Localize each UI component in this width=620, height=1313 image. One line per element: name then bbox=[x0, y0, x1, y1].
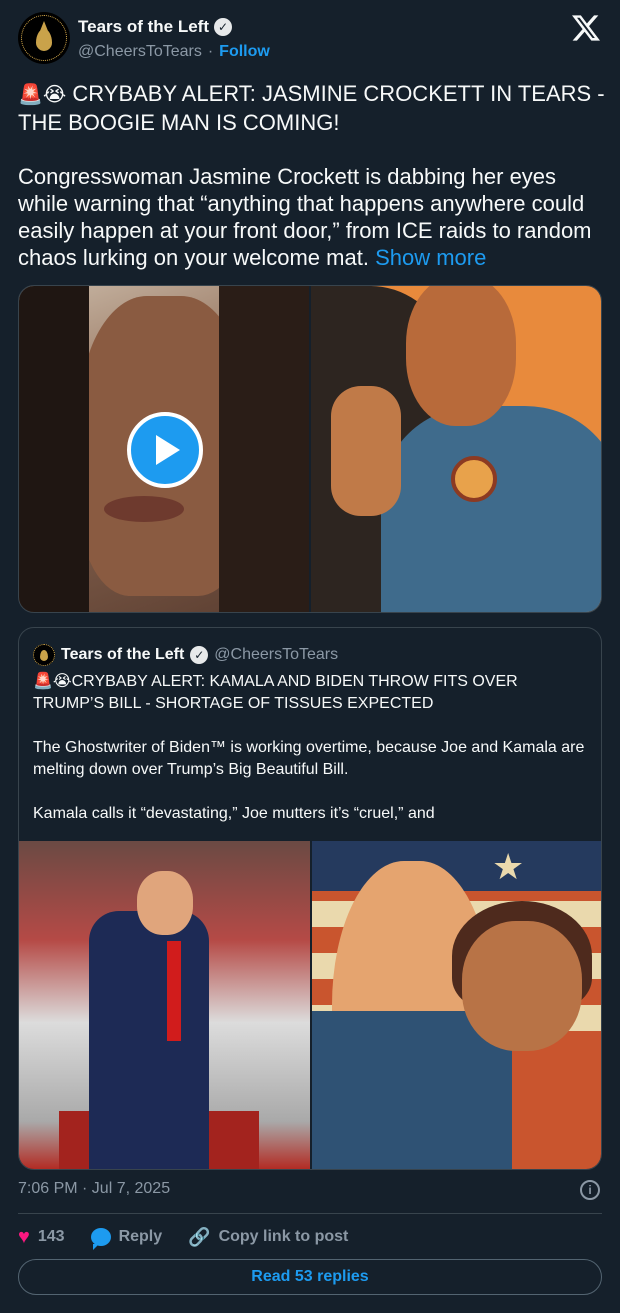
reply-bubble-icon bbox=[90, 1228, 111, 1250]
teardrop-logo-icon bbox=[36, 21, 52, 51]
quoted-paragraph-2: Kamala calls it “devastating,” Joe mutte… bbox=[33, 805, 435, 822]
quoted-avatar bbox=[33, 644, 55, 666]
head-shape bbox=[137, 871, 193, 935]
rally-photo[interactable] bbox=[19, 841, 310, 1169]
star-icon: ★ bbox=[492, 846, 525, 887]
copy-link-label: Copy link to post bbox=[218, 1228, 349, 1245]
post-media[interactable] bbox=[18, 285, 602, 613]
siren-crying-emoji: 🚨😭 bbox=[33, 673, 72, 690]
cartoon-couple-image[interactable]: ★ bbox=[312, 841, 601, 1169]
avatar-ring bbox=[21, 15, 67, 61]
lips-shape bbox=[104, 496, 184, 522]
cartoon-jacket-shape bbox=[381, 406, 601, 612]
info-icon[interactable]: i bbox=[580, 1180, 600, 1200]
reply-label: Reply bbox=[118, 1228, 163, 1245]
cartoon-woman-face-shape bbox=[462, 921, 582, 1051]
video-thumbnail[interactable] bbox=[19, 286, 309, 612]
post-headline: 🚨😭 CRYBABY ALERT: JASMINE CROCKETT IN TE… bbox=[18, 80, 608, 136]
quoted-headline: 🚨😭CRYBABY ALERT: KAMALA AND BIDEN THROW … bbox=[33, 671, 589, 715]
quoted-post[interactable]: Tears of the Left ✓ @CheersToTears 🚨😭CRY… bbox=[18, 627, 602, 1170]
quoted-media[interactable]: ★ bbox=[19, 841, 601, 1169]
like-button[interactable]: ♥ 143 bbox=[18, 1227, 65, 1247]
play-icon[interactable] bbox=[127, 412, 203, 488]
heart-icon: ♥ bbox=[18, 1226, 30, 1248]
hair-right-shape bbox=[219, 286, 309, 612]
copy-link-button[interactable]: 🔗 Copy link to post bbox=[188, 1227, 348, 1248]
verified-badge-icon: ✓ bbox=[213, 18, 232, 36]
cartoon-hand-shape bbox=[331, 386, 401, 516]
post-body: Congresswoman Jasmine Crockett is dabbin… bbox=[18, 163, 608, 271]
quoted-text: 🚨😭CRYBABY ALERT: KAMALA AND BIDEN THROW … bbox=[33, 671, 589, 847]
post-timestamp[interactable]: 7:06 PM · Jul 7, 2025 bbox=[18, 1180, 170, 1198]
suit-shape bbox=[89, 911, 209, 1169]
tie-shape bbox=[167, 941, 181, 1041]
action-bar: ♥ 143 Reply 🔗 Copy link to post bbox=[18, 1225, 374, 1250]
quoted-author-handle: @CheersToTears bbox=[214, 646, 339, 663]
x-logo-icon[interactable] bbox=[572, 14, 600, 42]
author-name[interactable]: Tears of the Left bbox=[78, 17, 209, 37]
cartoon-face-shape bbox=[406, 286, 516, 426]
author-handle-row: @CheersToTears · Follow bbox=[78, 43, 270, 61]
quoted-author-name: Tears of the Left bbox=[61, 646, 185, 663]
reply-button[interactable]: Reply bbox=[90, 1228, 163, 1250]
quoted-header: Tears of the Left ✓ @CheersToTears bbox=[33, 644, 338, 666]
embedded-post-card: Tears of the Left ✓ @CheersToTears · Fol… bbox=[0, 0, 620, 1313]
flower-brooch-shape bbox=[451, 456, 497, 502]
quoted-paragraph-1: The Ghostwriter of Biden™ is working ove… bbox=[33, 739, 585, 778]
cartoon-image[interactable] bbox=[311, 286, 601, 612]
body-text: Congresswoman Jasmine Crockett is dabbin… bbox=[18, 164, 592, 270]
like-count: 143 bbox=[37, 1228, 65, 1245]
divider bbox=[18, 1213, 602, 1214]
follow-button[interactable]: Follow bbox=[219, 43, 270, 61]
quoted-headline-text: CRYBABY ALERT: KAMALA AND BIDEN THROW FI… bbox=[33, 673, 518, 712]
author-avatar[interactable] bbox=[18, 12, 70, 64]
verified-badge-icon: ✓ bbox=[190, 646, 209, 664]
hair-left-shape bbox=[19, 286, 89, 612]
author-name-row: Tears of the Left ✓ bbox=[78, 17, 232, 37]
post-text: 🚨😭 CRYBABY ALERT: JASMINE CROCKETT IN TE… bbox=[18, 80, 608, 298]
read-replies-button[interactable]: Read 53 replies bbox=[18, 1259, 602, 1295]
author-handle[interactable]: @CheersToTears bbox=[78, 43, 202, 61]
link-icon: 🔗 bbox=[188, 1226, 211, 1247]
separator-dot: · bbox=[207, 43, 214, 60]
show-more-link[interactable]: Show more bbox=[375, 245, 486, 270]
headline-text: CRYBABY ALERT: JASMINE CROCKETT IN TEARS… bbox=[18, 81, 605, 135]
teardrop-logo-icon bbox=[40, 649, 48, 661]
siren-crying-emoji: 🚨😭 bbox=[18, 84, 67, 106]
